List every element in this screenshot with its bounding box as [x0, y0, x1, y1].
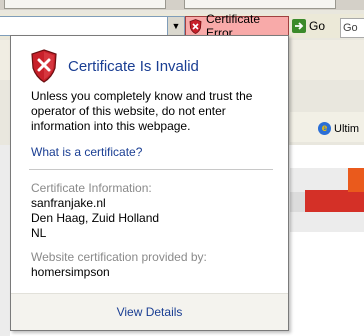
right-links-field[interactable]: Go: [340, 18, 364, 38]
page-block-orange: [348, 168, 364, 192]
divider: [29, 169, 273, 170]
view-details-link[interactable]: View Details: [117, 305, 183, 319]
tab-ultim-label: Ultim: [334, 122, 360, 135]
certificate-error-button[interactable]: Certificate Error: [185, 12, 289, 40]
cert-subject-line: Den Haag, Zuid Holland: [31, 211, 160, 225]
window-top-strip: [0, 0, 364, 10]
warning-text: Unless you completely know and trust the…: [31, 89, 253, 133]
page-block-gray: [290, 212, 364, 232]
go-button[interactable]: Go: [292, 16, 325, 36]
popup-footer: View Details: [11, 293, 288, 330]
ie-logo-icon: e: [318, 122, 331, 135]
certificate-error-popup: Certificate Is Invalid Unless you comple…: [10, 35, 289, 331]
popup-title: Certificate Is Invalid: [68, 57, 199, 75]
top-pane-right: [184, 0, 336, 9]
go-arrow-icon: [292, 19, 306, 33]
shield-error-icon: [30, 49, 58, 83]
provider-value: homersimpson: [31, 265, 110, 279]
url-field[interactable]: [0, 16, 169, 36]
what-is-certificate-link[interactable]: What is a certificate?: [31, 145, 142, 159]
cert-subject-line: sanfranjake.nl: [31, 196, 106, 210]
address-dropdown-button[interactable]: ▼: [167, 16, 185, 36]
popup-header: Certificate Is Invalid: [30, 49, 199, 83]
cert-info-label: Certificate Information:: [31, 181, 152, 195]
certificate-info: Certificate Information: sanfranjake.nl …: [31, 181, 281, 280]
go-label: Go: [309, 19, 326, 33]
shield-error-icon: [189, 18, 202, 34]
provider-label: Website certification provided by:: [31, 250, 207, 264]
top-pane-left: [4, 0, 166, 9]
cert-subject-line: NL: [31, 226, 47, 240]
page-block-red: [305, 190, 364, 212]
page-left-strip: [0, 145, 10, 336]
tab-ultim[interactable]: e Ultim: [318, 122, 359, 135]
dropdown-arrow-icon: ▼: [171, 21, 181, 31]
